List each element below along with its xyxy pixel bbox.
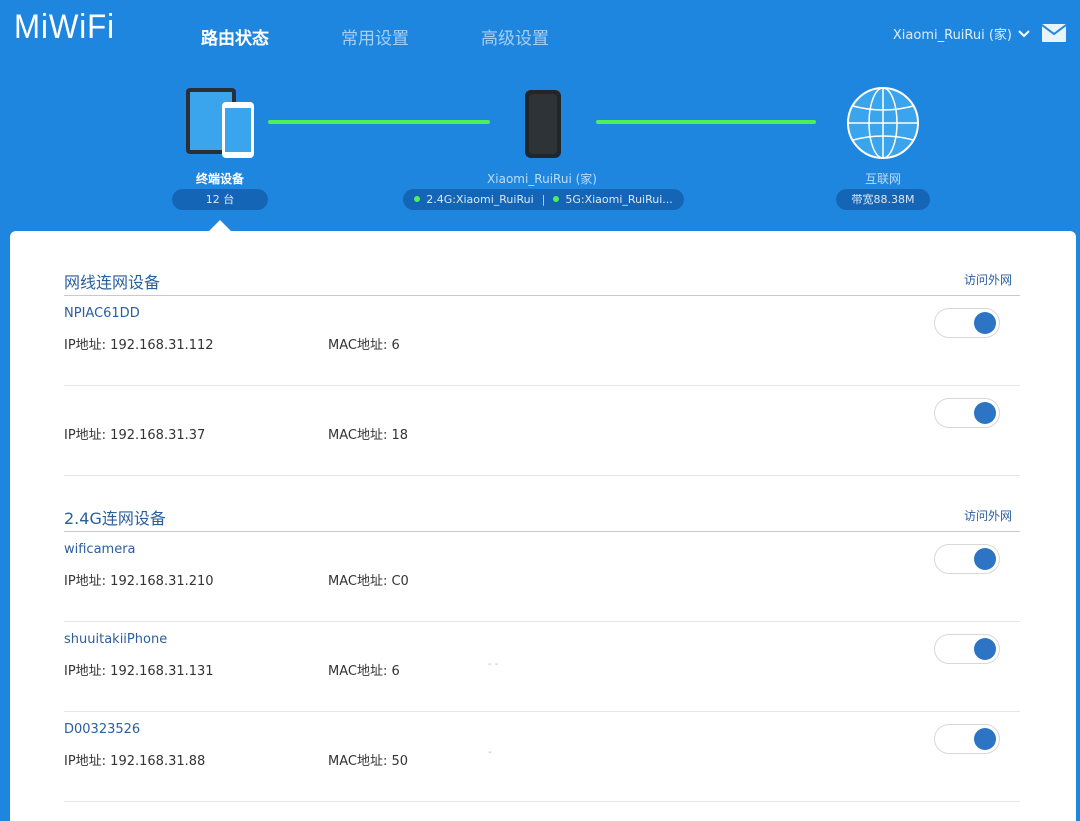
- band24-status-dot: [414, 196, 421, 202]
- device-name[interactable]: shuuitakiiPhone: [64, 632, 167, 647]
- bandwidth-badge: 带宽88.38M: [836, 189, 930, 210]
- globe-icon[interactable]: [846, 86, 920, 160]
- client-devices-icon[interactable]: [184, 86, 256, 162]
- device-mac: MAC地址: 18: [328, 428, 408, 443]
- toggle-knob: [974, 638, 996, 660]
- miwifi-logo[interactable]: MiWiFi: [14, 8, 115, 47]
- internet-access-toggle[interactable]: [934, 724, 1000, 754]
- wifi-bands-badge: 2.4G:Xiaomi_RuiRui | 5G:Xiaomi_RuiRui...: [403, 189, 684, 210]
- device-ip: IP地址: 192.168.31.112: [64, 338, 214, 353]
- band5-status-dot: [553, 196, 560, 202]
- device-ip: IP地址: 192.168.31.88: [64, 754, 206, 769]
- internet-access-toggle[interactable]: [934, 634, 1000, 664]
- band5-ssid: 5G:Xiaomi_RuiRui...: [565, 193, 673, 206]
- device-name[interactable]: wificamera: [64, 542, 136, 557]
- internet-access-toggle[interactable]: [934, 544, 1000, 574]
- user-menu[interactable]: Xiaomi_RuiRui (家): [893, 24, 1030, 43]
- device-mac: MAC地址: C0...: [328, 574, 408, 589]
- wired-internet-access-header[interactable]: 访问外网: [964, 271, 1012, 288]
- internet-label: 互联网: [864, 172, 901, 186]
- top-nav-bar: MiWiFi 路由状态 常用设置 高级设置 Xiaomi_RuiRui (家): [0, 0, 1080, 70]
- internet-access-toggle[interactable]: [934, 308, 1000, 338]
- device-mac-fragment: - -: [488, 659, 499, 670]
- clients-count-badge: 12 台: [172, 189, 268, 210]
- device-row: IP地址: 192.168.31.37 MAC地址: 18: [64, 386, 1020, 476]
- toggle-knob: [974, 402, 996, 424]
- toggle-knob: [974, 312, 996, 334]
- toggle-knob: [974, 548, 996, 570]
- device-list-panel: 网线连网设备 访问外网 NPIAC61DD IP地址: 192.168.31.1…: [10, 231, 1076, 821]
- tab-common-settings[interactable]: 常用设置: [341, 24, 409, 49]
- user-name: Xiaomi_RuiRui (家): [892, 28, 1012, 43]
- mail-icon[interactable]: [1042, 24, 1066, 42]
- device-row: wificamera IP地址: 192.168.31.210 MAC地址: C…: [64, 532, 1020, 622]
- device-ip: IP地址: 192.168.31.131: [64, 664, 214, 679]
- device-ip: IP地址: 192.168.31.210: [64, 574, 214, 589]
- link-line-clients: [268, 120, 490, 124]
- section-title-wired: 网线连网设备: [64, 273, 161, 292]
- device-row: D00323526 IP地址: 192.168.31.88 MAC地址: 50 …: [64, 712, 1020, 802]
- device-mac-fragment: -: [488, 747, 492, 758]
- device-name[interactable]: NPIAC61DD: [64, 306, 140, 321]
- band24-ssid: 2.4G:Xiaomi_RuiRui: [426, 193, 534, 206]
- device-mac: MAC地址: 50: [328, 754, 408, 769]
- link-line-internet: [596, 120, 816, 124]
- device-mac: MAC地址: 6: [328, 664, 400, 679]
- device-name[interactable]: D00323526: [64, 722, 140, 737]
- tab-advanced-settings[interactable]: 高级设置: [481, 24, 549, 49]
- chevron-down-icon: [1018, 29, 1030, 37]
- internet-access-toggle[interactable]: [934, 398, 1000, 428]
- toggle-knob: [974, 728, 996, 750]
- router-name: Xiaomi_RuiRui (家): [487, 172, 597, 186]
- router-icon[interactable]: [523, 88, 563, 160]
- device-ip: IP地址: 192.168.31.37: [64, 428, 206, 443]
- clients-label: 终端设备: [195, 172, 244, 186]
- section-title-24g: 2.4G连网设备: [64, 509, 166, 528]
- device-row: NPIAC61DD IP地址: 192.168.31.112 MAC地址: 6: [64, 296, 1020, 386]
- tab-router-status[interactable]: 路由状态: [201, 24, 269, 49]
- wifi24-internet-access-header[interactable]: 访问外网: [964, 507, 1012, 524]
- band-separator: |: [541, 193, 546, 206]
- device-row: shuuitakiiPhone IP地址: 192.168.31.131 MAC…: [64, 622, 1020, 712]
- device-mac: MAC地址: 6: [328, 338, 400, 353]
